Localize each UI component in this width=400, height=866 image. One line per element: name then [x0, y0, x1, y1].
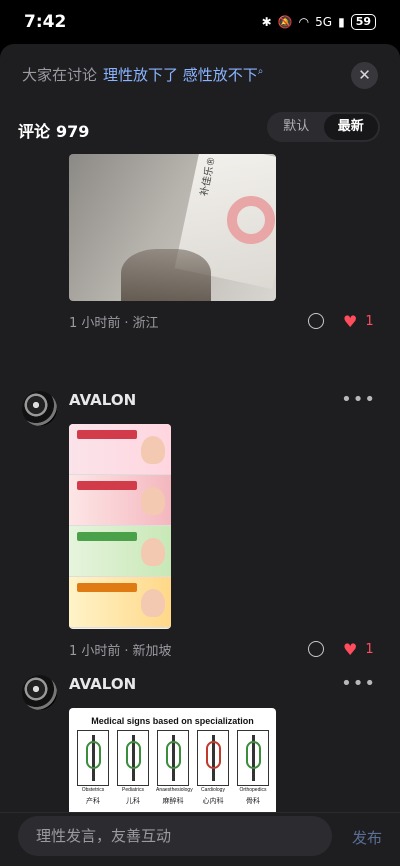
specialty-label-cn: 儿科 — [126, 797, 140, 805]
specialty-label-cn: 骨科 — [246, 797, 260, 805]
status-bar: 7:42 ✱ 🔕 ◠ 5G ▮ 59 — [0, 0, 400, 44]
discussion-topic: 大家在讨论 理性放下了 感性放不下⌕ — [22, 64, 263, 85]
comment-count: 评论 979 — [18, 118, 89, 142]
like-button[interactable]: ♥ 1 — [343, 640, 374, 659]
heart-icon: ♥ — [343, 640, 358, 659]
sign-cell — [157, 730, 189, 786]
heart-icon: ♥ — [343, 312, 358, 331]
reply-icon[interactable] — [308, 313, 324, 329]
sign-cell — [197, 730, 229, 786]
mute-icon: 🔕 — [277, 15, 293, 29]
topic-lead: 大家在讨论 — [22, 66, 98, 84]
sign-cell — [77, 730, 109, 786]
specialty-label: Anaesthesiology — [156, 787, 193, 793]
glass-cup — [121, 249, 211, 301]
close-button[interactable]: ✕ — [351, 62, 378, 89]
comment-count-value: 979 — [56, 122, 90, 141]
sort-toggle: 默认 最新 — [267, 112, 380, 142]
status-icons: ✱ 🔕 ◠ 5G ▮ 59 — [262, 14, 376, 30]
username[interactable]: AVALON — [69, 391, 136, 409]
comment-input[interactable]: 理性发言，友善互动 — [18, 816, 332, 856]
specialty-label: Obstetrics — [81, 787, 105, 793]
sort-default[interactable]: 默认 — [269, 114, 324, 140]
username[interactable]: AVALON — [69, 675, 136, 693]
search-icon: ⌕ — [257, 66, 264, 77]
specialty-label: Cardiology — [201, 787, 225, 793]
bluetooth-icon: ✱ — [261, 15, 272, 29]
comment-input-bar: 理性发言，友善互动 发布 — [0, 812, 400, 866]
topic-link[interactable]: 理性放下了 感性放不下 — [103, 66, 258, 84]
comment-image-medicine[interactable]: 补佳乐® PROGYNOVA® 戊酸雌二醇片 — [69, 154, 276, 301]
reply-icon[interactable] — [308, 641, 324, 657]
status-time: 7:42 — [24, 12, 67, 32]
image-title: Medical signs based on specialization — [91, 716, 254, 726]
specialty-label: Orthopedics — [239, 787, 267, 793]
specialty-label-cn: 产科 — [86, 797, 100, 805]
publish-button[interactable]: 发布 — [352, 827, 382, 848]
comment-meta: 1 小时前 · 新加坡 — [69, 644, 172, 659]
more-icon[interactable]: ••• — [341, 673, 376, 694]
comments-sheet: 大家在讨论理性放下了 感性放不下⌕ ✕ 评论 979 默认 最新 补佳乐® PRO… — [0, 44, 400, 866]
more-icon[interactable]: ••• — [341, 389, 376, 410]
network-label: 5G — [315, 15, 333, 29]
poster-panel — [69, 475, 171, 526]
avatar[interactable] — [22, 391, 57, 426]
avatar[interactable] — [22, 675, 57, 710]
comment-feed: 补佳乐® PROGYNOVA® 戊酸雌二醇片 1 小时前·浙江 ♥1 AVALO… — [0, 154, 400, 814]
signal-icon: ▮ — [338, 15, 345, 29]
sign-cell — [237, 730, 269, 786]
specialty-label: Pediatrics — [122, 787, 144, 793]
wifi-icon: ◠ — [298, 15, 310, 29]
specialty-label-cn: 心内科 — [202, 797, 224, 805]
sign-cell — [117, 730, 149, 786]
comment-image-medical-signs[interactable]: Medical signs based on specialization Ob… — [69, 708, 276, 814]
comment-meta: 1 小时前 · 浙江 — [69, 316, 159, 331]
comment-label: 评论 — [18, 122, 51, 141]
sort-latest[interactable]: 最新 — [323, 114, 378, 140]
poster-panel — [69, 577, 171, 628]
specialty-label-cn: 麻醉科 — [162, 797, 184, 805]
poster-panel — [69, 526, 171, 577]
poster-panel — [69, 424, 171, 475]
battery-icon: 59 — [350, 14, 376, 30]
comment-image-posters[interactable] — [69, 424, 171, 629]
box-logo — [227, 196, 275, 244]
like-button[interactable]: ♥ 1 — [343, 312, 374, 331]
